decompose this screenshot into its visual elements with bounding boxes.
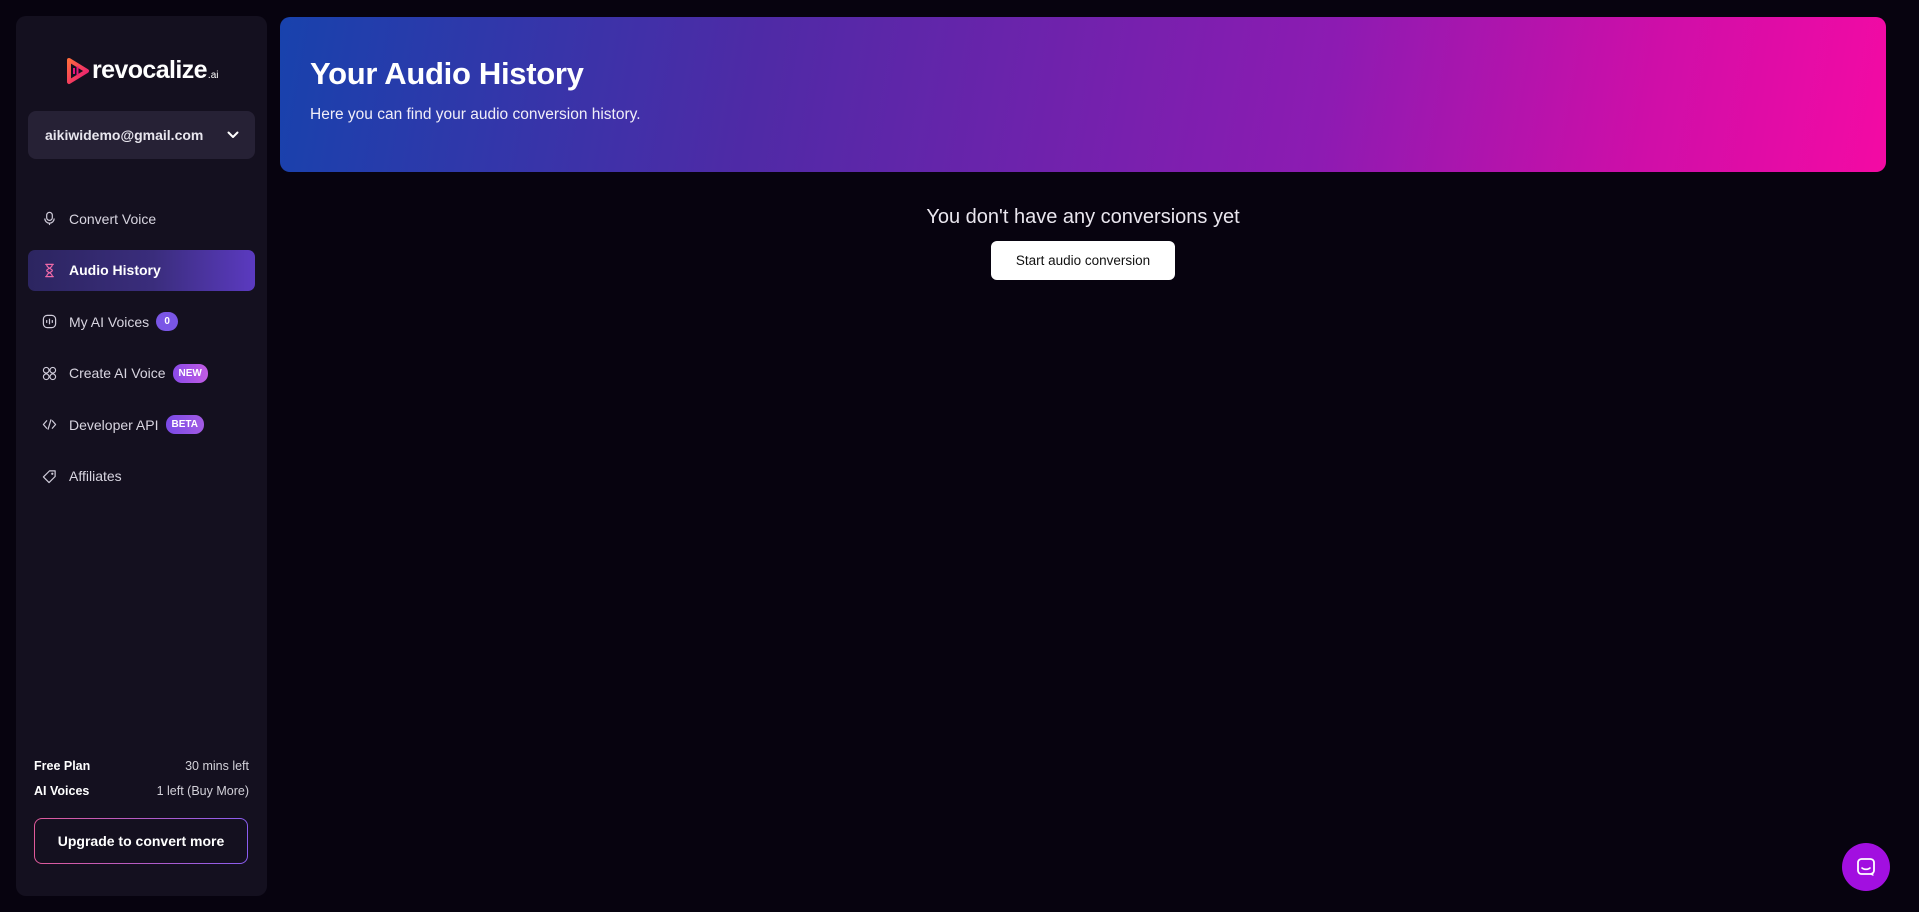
sidebar-item-audio-history[interactable]: Audio History [28, 249, 255, 291]
brand-logo[interactable]: revocalize .ai [64, 56, 218, 85]
sidebar-item-convert-voice[interactable]: Convert Voice [28, 198, 255, 239]
brand-name: revocalize [92, 56, 208, 84]
free-plan-row: Free Plan 30 mins left [34, 759, 249, 773]
page-header-banner: Your Audio History Here you can find you… [280, 17, 1886, 172]
sidebar-item-create-ai-voice[interactable]: Create AI Voice NEW [28, 353, 255, 394]
play-logo-icon [67, 57, 89, 84]
sidebar-item-developer-api[interactable]: Developer API BETA [28, 404, 255, 445]
sidebar-item-label: Developer API [69, 416, 159, 433]
free-plan-value: 30 mins left [185, 759, 249, 773]
chevron-down-icon [227, 131, 239, 138]
start-audio-conversion-button[interactable]: Start audio conversion [991, 241, 1175, 280]
microphone-icon [40, 210, 58, 228]
code-icon [40, 416, 58, 434]
sidebar-item-label: Affiliates [69, 468, 122, 484]
sidebar: revocalize .ai aikiwidemo@gmail.com Conv… [16, 16, 267, 896]
brand-suffix: .ai [207, 70, 219, 81]
account-dropdown[interactable]: aikiwidemo@gmail.com [28, 111, 255, 159]
ai-voices-label: AI Voices [34, 784, 90, 798]
voice-wave-icon [40, 313, 58, 331]
page-title: Your Audio History [310, 56, 584, 91]
account-email: aikiwidemo@gmail.com [45, 127, 204, 143]
sidebar-item-affiliates[interactable]: Affiliates [28, 456, 255, 497]
free-plan-label: Free Plan [34, 759, 91, 773]
empty-state: You don't have any conversions yet Start… [280, 206, 1886, 280]
chat-launcher-button[interactable] [1842, 843, 1890, 891]
hourglass-icon [40, 261, 58, 279]
sidebar-item-label: My AI Voices [69, 313, 150, 330]
upgrade-button[interactable]: Upgrade to convert more [34, 818, 248, 864]
tag-icon [40, 467, 58, 485]
empty-state-message: You don't have any conversions yet [926, 206, 1240, 228]
sidebar-nav: Convert Voice Audio History My AI Voices… [28, 198, 255, 507]
page-subtitle: Here you can find your audio conversion … [310, 106, 641, 123]
sidebar-item-label: Audio History [69, 262, 161, 278]
ai-voices-value[interactable]: 1 left (Buy More) [157, 784, 249, 798]
sidebar-item-label: Convert Voice [69, 210, 157, 227]
chat-icon [1857, 858, 1875, 876]
sidebar-item-label: Create AI Voice [69, 365, 166, 381]
sidebar-item-my-ai-voices[interactable]: My AI Voices 0 [28, 301, 255, 342]
ai-voices-row: AI Voices 1 left (Buy More) [34, 784, 249, 798]
atom-icon [40, 364, 58, 382]
new-badge: NEW [172, 363, 208, 383]
beta-badge: BETA [165, 415, 204, 434]
voices-count-badge: 0 [156, 312, 179, 331]
